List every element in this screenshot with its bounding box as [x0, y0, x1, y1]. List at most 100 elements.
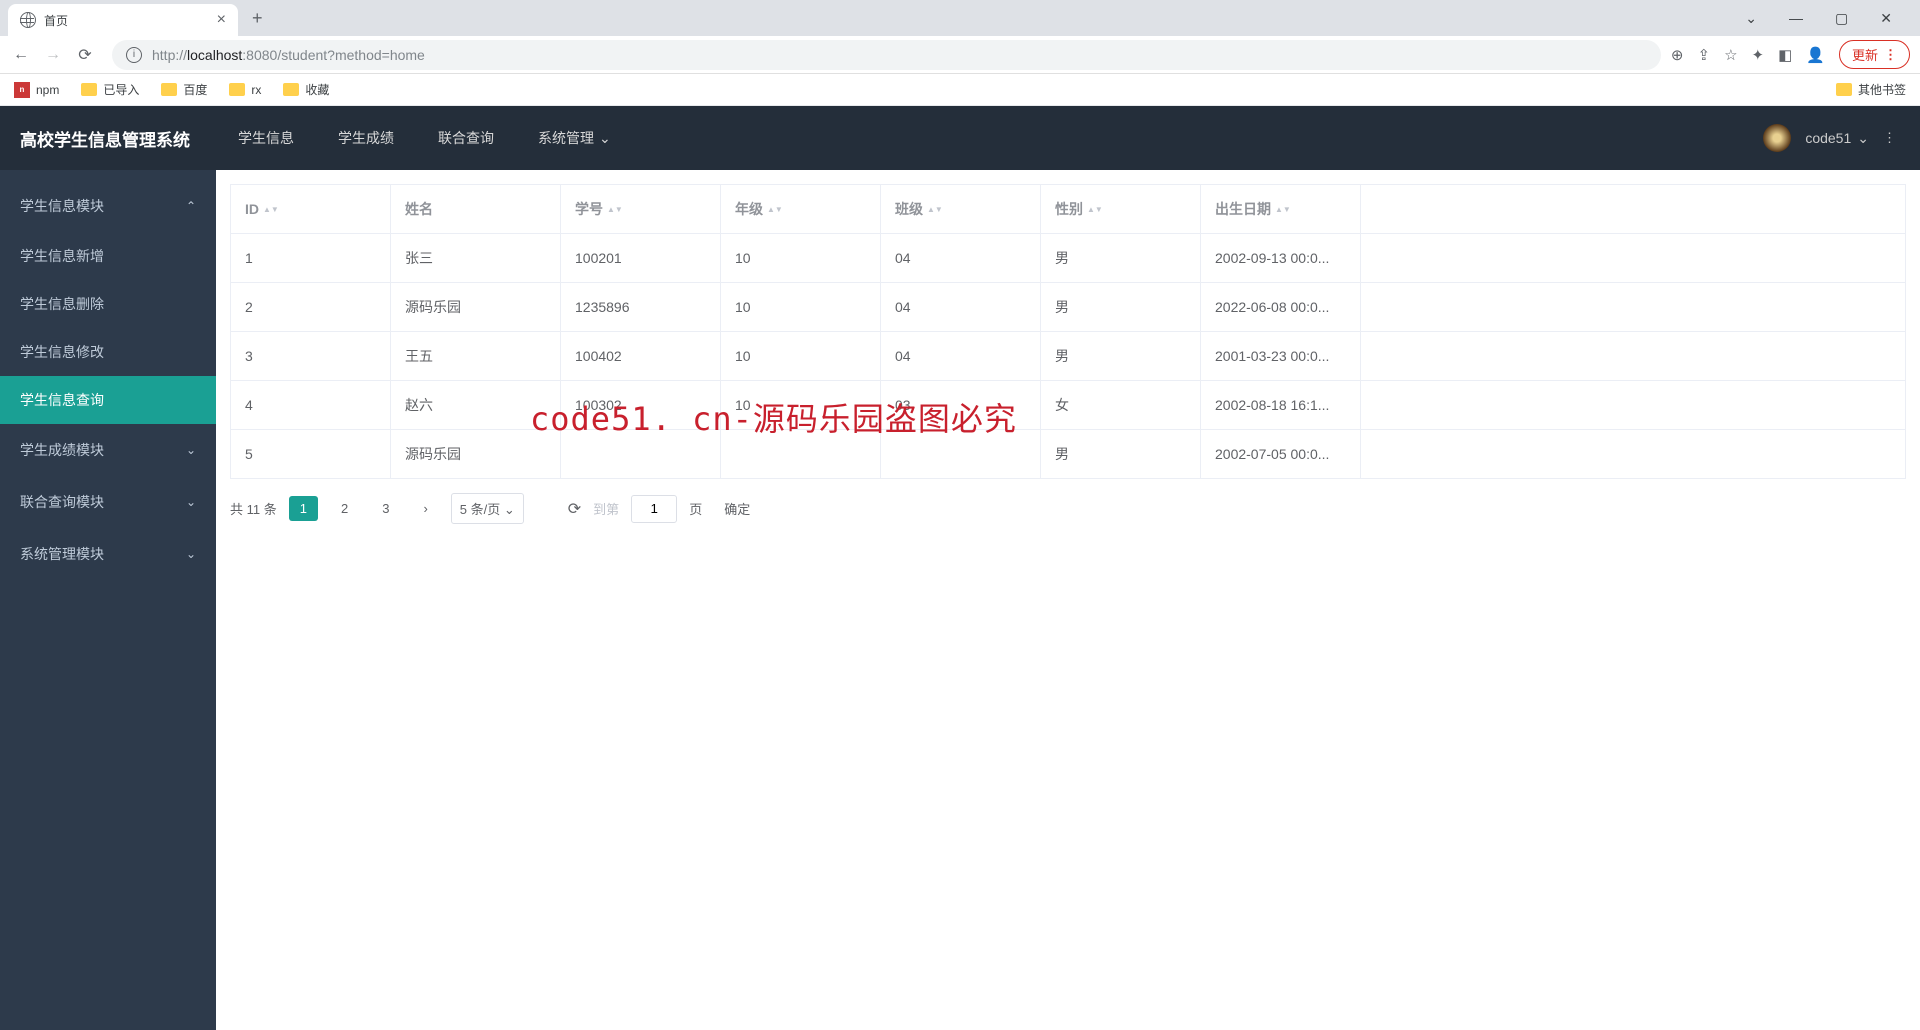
url-input[interactable]: i http://localhost:8080/student?method=h…	[112, 40, 1661, 70]
cell-gender: 男	[1041, 430, 1201, 479]
close-tab-icon[interactable]: ×	[217, 11, 226, 29]
sidepanel-icon[interactable]: ◧	[1778, 46, 1792, 64]
cell-gender: 男	[1041, 283, 1201, 332]
cell-id: 2	[231, 283, 391, 332]
sidebar-group-grades[interactable]: 学生成绩模块⌄	[0, 424, 216, 476]
cell-extra	[1361, 332, 1906, 381]
pager-next[interactable]: ›	[412, 496, 438, 521]
avatar[interactable]	[1763, 124, 1791, 152]
sidebar-group-joint[interactable]: 联合查询模块⌄	[0, 476, 216, 528]
col-name[interactable]: 姓名	[391, 185, 561, 234]
table-row[interactable]: 2源码乐园12358961004男2022-06-08 00:0...	[231, 283, 1906, 332]
sidebar-item-edit[interactable]: 学生信息修改	[0, 328, 216, 376]
folder-icon	[229, 83, 245, 96]
address-bar: ← → ⟳ i http://localhost:8080/student?me…	[0, 36, 1920, 74]
address-actions: ⊕ ⇪ ☆ ✦ ◧ 👤 更新⋮	[1671, 40, 1910, 69]
chevron-down-icon: ⌄	[186, 495, 196, 509]
site-info-icon[interactable]: i	[126, 47, 142, 63]
sort-icon[interactable]: ▲▼	[1087, 207, 1103, 213]
sidebar-item-delete[interactable]: 学生信息删除	[0, 280, 216, 328]
col-birth[interactable]: 出生日期▲▼	[1201, 185, 1361, 234]
nav-system-manage[interactable]: 系统管理⌄	[516, 106, 633, 170]
back-icon[interactable]: ←	[10, 46, 32, 64]
cell-name: 源码乐园	[391, 430, 561, 479]
refresh-icon[interactable]: ⟳	[568, 499, 581, 519]
folder-icon	[81, 83, 97, 96]
cell-birth: 2001-03-23 00:0...	[1201, 332, 1361, 381]
dropdown-icon[interactable]: ⌄	[1735, 6, 1767, 31]
browser-chrome: 首页 × + ⌄ — ▢ ✕ ← → ⟳ i http://localhost:…	[0, 0, 1920, 106]
table-row[interactable]: 1张三1002011004男2002-09-13 00:0...	[231, 234, 1906, 283]
nav-student-info[interactable]: 学生信息	[216, 106, 316, 170]
nav-student-grades[interactable]: 学生成绩	[316, 106, 416, 170]
bookmark-rx[interactable]: rx	[229, 83, 261, 97]
cell-birth: 2002-07-05 00:0...	[1201, 430, 1361, 479]
cell-class: 04	[881, 283, 1041, 332]
table-row[interactable]: 4赵六1003021003女2002-08-18 16:1...	[231, 381, 1906, 430]
bookmark-baidu[interactable]: 百度	[161, 81, 207, 98]
forward-icon[interactable]: →	[42, 46, 64, 64]
col-extra	[1361, 185, 1906, 234]
url-text: http://localhost:8080/student?method=hom…	[152, 47, 425, 63]
col-class[interactable]: 班级▲▼	[881, 185, 1041, 234]
cell-id: 1	[231, 234, 391, 283]
sort-icon[interactable]: ▲▼	[263, 207, 279, 213]
globe-icon	[20, 12, 36, 28]
chevron-down-icon: ⌄	[599, 130, 611, 147]
pager-page-2[interactable]: 2	[330, 496, 359, 521]
sidebar-group-student-info[interactable]: 学生信息模块⌃	[0, 180, 216, 232]
pager-total: 共 11 条	[230, 499, 277, 518]
browser-tab[interactable]: 首页 ×	[8, 4, 238, 36]
chevron-down-icon: ⌄	[186, 443, 196, 457]
cell-extra	[1361, 381, 1906, 430]
chevron-up-icon: ⌃	[186, 199, 196, 213]
sort-icon[interactable]: ▲▼	[607, 207, 623, 213]
bookmark-npm[interactable]: nnpm	[14, 82, 59, 98]
pager-goto-label: 到第	[593, 499, 619, 518]
cell-id: 3	[231, 332, 391, 381]
bookmark-fav[interactable]: 收藏	[283, 81, 329, 98]
maximize-icon[interactable]: ▢	[1825, 6, 1858, 31]
reload-icon[interactable]: ⟳	[74, 45, 96, 65]
sidebar-item-add[interactable]: 学生信息新增	[0, 232, 216, 280]
sidebar-item-query[interactable]: 学生信息查询	[0, 376, 216, 424]
cell-extra	[1361, 234, 1906, 283]
pager-size-select[interactable]: 5 条/页 ⌄	[451, 493, 524, 524]
pager-confirm-button[interactable]: 确定	[714, 494, 760, 523]
cell-gender: 男	[1041, 234, 1201, 283]
col-sno[interactable]: 学号▲▼	[561, 185, 721, 234]
more-icon[interactable]: ⋮	[1883, 130, 1896, 146]
pager-goto-input[interactable]	[631, 495, 677, 523]
profile-icon[interactable]: 👤	[1806, 46, 1825, 64]
table-row[interactable]: 3王五1004021004男2001-03-23 00:0...	[231, 332, 1906, 381]
star-icon[interactable]: ☆	[1724, 46, 1737, 64]
col-grade[interactable]: 年级▲▼	[721, 185, 881, 234]
col-id[interactable]: ID▲▼	[231, 185, 391, 234]
col-gender[interactable]: 性别▲▼	[1041, 185, 1201, 234]
new-tab-button[interactable]: +	[252, 8, 263, 29]
sort-icon[interactable]: ▲▼	[767, 207, 783, 213]
extensions-icon[interactable]: ✦	[1752, 46, 1765, 64]
close-window-icon[interactable]: ✕	[1870, 6, 1902, 31]
tab-title: 首页	[44, 12, 209, 29]
sort-icon[interactable]: ▲▼	[927, 207, 943, 213]
app-body: 学生信息模块⌃ 学生信息新增 学生信息删除 学生信息修改 学生信息查询 学生成绩…	[0, 170, 1920, 1030]
table-header-row: ID▲▼ 姓名 学号▲▼ 年级▲▼ 班级▲▼ 性别▲▼ 出生日期▲▼	[231, 185, 1906, 234]
pager-page-1[interactable]: 1	[289, 496, 318, 521]
cell-grade	[721, 430, 881, 479]
bookmark-other[interactable]: 其他书签	[1836, 81, 1906, 98]
cell-name: 赵六	[391, 381, 561, 430]
user-menu[interactable]: code51⌄	[1805, 130, 1869, 147]
update-button[interactable]: 更新⋮	[1839, 40, 1910, 69]
minimize-icon[interactable]: —	[1779, 6, 1813, 30]
tab-bar: 首页 × + ⌄ — ▢ ✕	[0, 0, 1920, 36]
top-nav: 学生信息 学生成绩 联合查询 系统管理⌄	[216, 106, 633, 170]
nav-joint-query[interactable]: 联合查询	[416, 106, 516, 170]
table-row[interactable]: 5源码乐园男2002-07-05 00:0...	[231, 430, 1906, 479]
share-icon[interactable]: ⇪	[1698, 46, 1711, 64]
sort-icon[interactable]: ▲▼	[1275, 207, 1291, 213]
pager-page-3[interactable]: 3	[371, 496, 400, 521]
sidebar-group-system[interactable]: 系统管理模块⌄	[0, 528, 216, 580]
bookmark-imported[interactable]: 已导入	[81, 81, 139, 98]
zoom-icon[interactable]: ⊕	[1671, 46, 1684, 64]
